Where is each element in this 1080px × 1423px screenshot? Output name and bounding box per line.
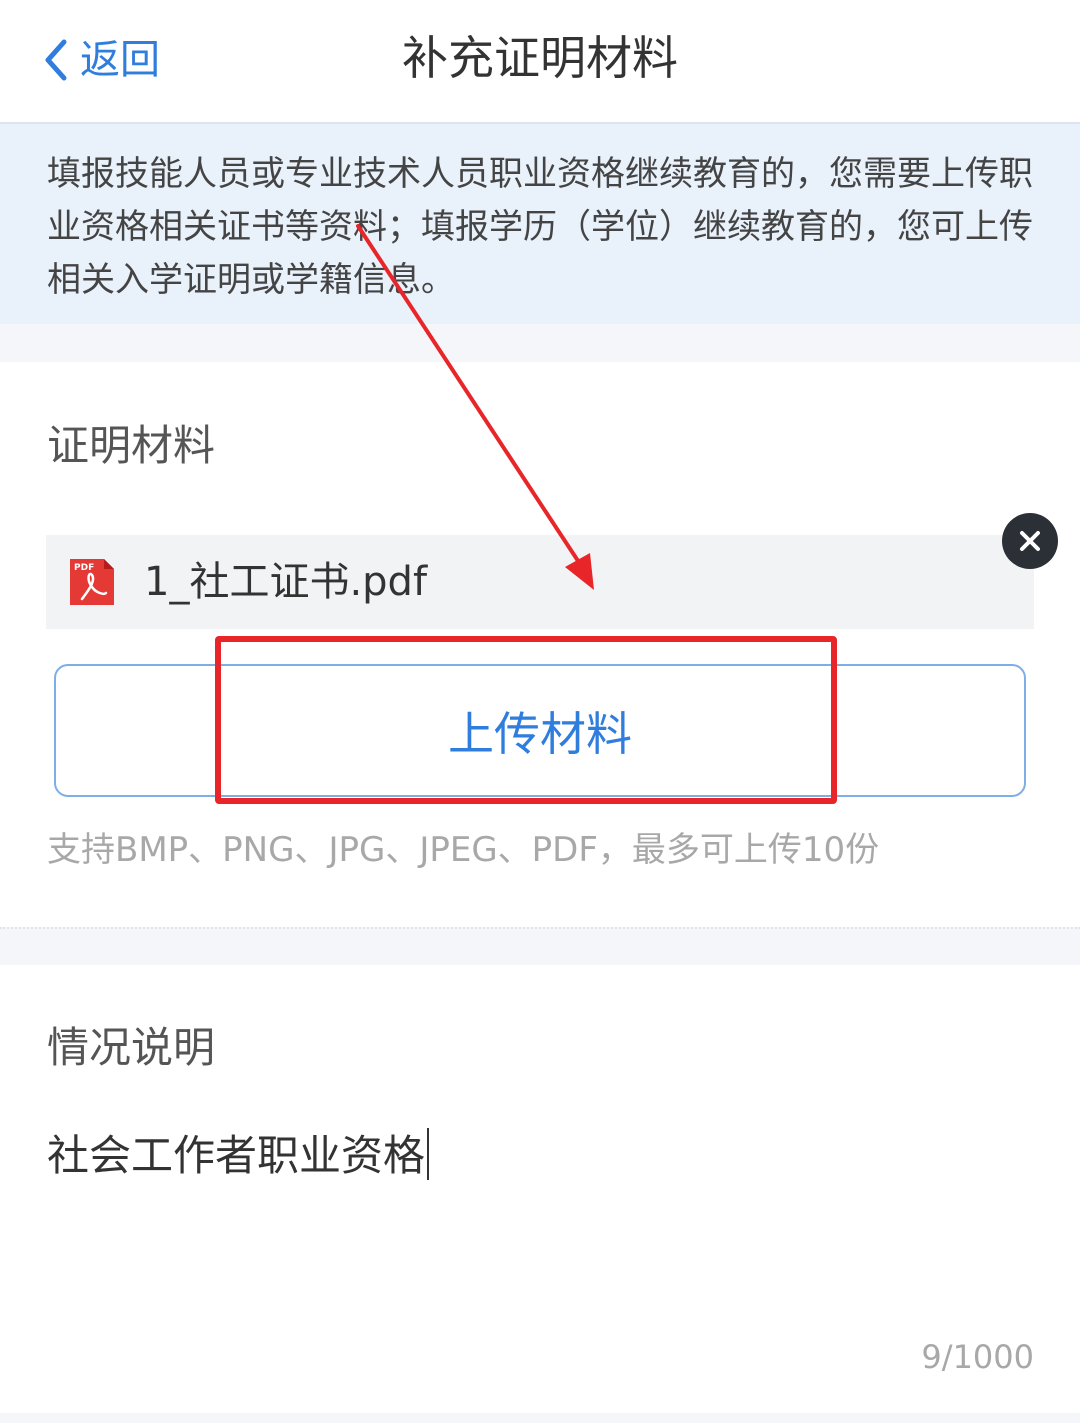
supported-formats-hint: 支持BMP、PNG、JPG、JPEG、PDF，最多可上传10份 — [47, 830, 880, 870]
page: 返回 补充证明材料 填报技能人员或专业技术人员职业资格继续教育的，您需要上传职业… — [0, 0, 1080, 1423]
page-title: 补充证明材料 — [402, 31, 678, 85]
pdf-icon-label: PDF — [74, 563, 94, 573]
close-icon — [1020, 531, 1040, 551]
file-name: 1_社工证书.pdf — [144, 559, 428, 605]
description-textarea[interactable]: 社会工作者职业资格 — [47, 1124, 1027, 1188]
annotation-highlight-box — [215, 636, 837, 804]
materials-section-title: 证明材料 — [47, 421, 216, 470]
notice-text: 填报技能人员或专业技术人员职业资格继续教育的，您需要上传职业资格相关证书等资料；… — [47, 154, 1033, 300]
description-section-title: 情况说明 — [47, 1023, 216, 1072]
remove-file-button[interactable] — [1002, 513, 1058, 569]
pdf-file-icon: PDF — [70, 559, 114, 605]
text-caret — [427, 1128, 430, 1180]
character-counter: 9/1000 — [921, 1338, 1034, 1376]
bottom-divider — [0, 1413, 1080, 1423]
section-divider — [0, 324, 1080, 362]
section-divider — [0, 927, 1080, 965]
attached-file[interactable]: PDF 1_社工证书.pdf — [46, 535, 1034, 629]
top-bar: 返回 补充证明材料 — [0, 0, 1080, 122]
description-value: 社会工作者职业资格 — [47, 1131, 426, 1180]
notice-banner: 填报技能人员或专业技术人员职业资格继续教育的，您需要上传职业资格相关证书等资料；… — [0, 122, 1080, 324]
